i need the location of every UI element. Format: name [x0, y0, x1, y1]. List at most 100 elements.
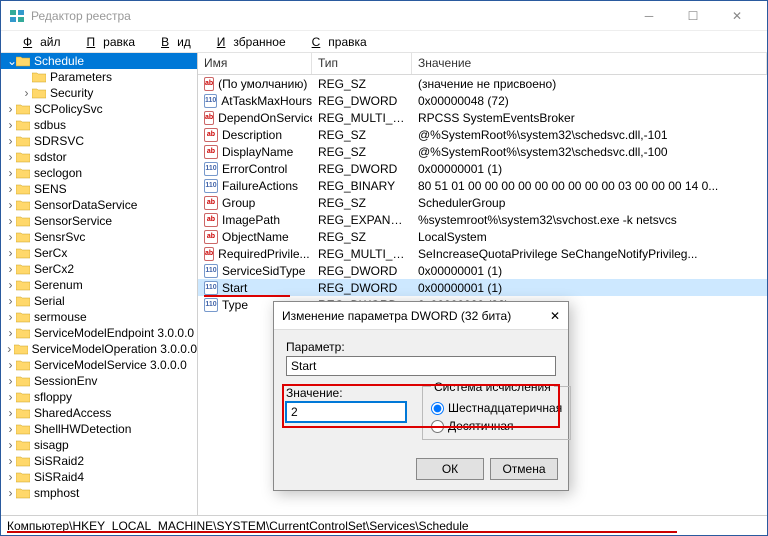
tree-item[interactable]: ›SCPolicySvc: [1, 101, 197, 117]
tree-item[interactable]: ›SensrSvc: [1, 229, 197, 245]
value-row[interactable]: abDescriptionREG_SZ@%SystemRoot%\system3…: [198, 126, 767, 143]
value-name: ServiceSidType: [222, 264, 305, 278]
menu-favorites[interactable]: Избранное: [201, 33, 294, 51]
tree-item[interactable]: ›Serial: [1, 293, 197, 309]
dialog-titlebar[interactable]: Изменение параметра DWORD (32 бита) ✕: [274, 302, 568, 330]
tree-item[interactable]: ›Serenum: [1, 277, 197, 293]
tree-item[interactable]: › SerCx2: [1, 261, 197, 277]
close-button[interactable]: ✕: [715, 1, 759, 31]
expand-icon[interactable]: ›: [7, 374, 14, 388]
minimize-button[interactable]: ─: [627, 1, 671, 31]
value-row[interactable]: abGroupREG_SZSchedulerGroup: [198, 194, 767, 211]
tree-item[interactable]: ›ServiceModelEndpoint 3.0.0.0: [1, 325, 197, 341]
expand-icon[interactable]: ›: [7, 470, 14, 484]
col-type[interactable]: Тип: [312, 53, 412, 74]
tree-item[interactable]: › sdbus: [1, 117, 197, 133]
tree-item[interactable]: ›SENS: [1, 181, 197, 197]
tree-pane[interactable]: ⌄Schedule Parameters›Security›SCPolicySv…: [1, 53, 198, 515]
expand-icon[interactable]: ›: [7, 278, 14, 292]
ok-button[interactable]: ОК: [416, 458, 484, 480]
expand-icon[interactable]: ›: [7, 246, 14, 260]
expand-icon[interactable]: ›: [7, 358, 14, 372]
expand-icon[interactable]: ›: [7, 214, 14, 228]
folder-icon: [16, 471, 30, 483]
value-row[interactable]: 110FailureActionsREG_BINARY80 51 01 00 0…: [198, 177, 767, 194]
expand-icon[interactable]: ›: [7, 406, 14, 420]
expand-icon[interactable]: ›: [7, 438, 14, 452]
tree-item-label: SerCx2: [34, 262, 74, 276]
value-row[interactable]: abObjectNameREG_SZLocalSystem: [198, 228, 767, 245]
expand-icon[interactable]: ›: [7, 166, 14, 180]
value-row[interactable]: abDependOnServiceREG_MULTI_SZRPCSS Syste…: [198, 109, 767, 126]
expand-icon[interactable]: ›: [7, 294, 14, 308]
tree-item[interactable]: ›Security: [1, 85, 197, 101]
expand-icon[interactable]: ›: [7, 262, 14, 276]
tree-item[interactable]: ›SDRSVC: [1, 133, 197, 149]
value-data: 0x00000048 (72): [412, 94, 767, 108]
value-row[interactable]: 110StartREG_DWORD0x00000001 (1): [198, 279, 767, 296]
folder-icon: [16, 311, 30, 323]
value-row[interactable]: abDisplayNameREG_SZ@%SystemRoot%\system3…: [198, 143, 767, 160]
expand-icon[interactable]: ›: [7, 182, 14, 196]
regtype-icon: 110: [204, 162, 218, 176]
tree-item[interactable]: › sfloppy: [1, 389, 197, 405]
tree-item[interactable]: › sdstor: [1, 149, 197, 165]
tree-item-label: sdstor: [34, 150, 67, 164]
maximize-button[interactable]: ☐: [671, 1, 715, 31]
expand-icon[interactable]: ›: [7, 118, 14, 132]
value-name: Group: [222, 196, 255, 210]
tree-item[interactable]: ›SensorDataService: [1, 197, 197, 213]
expand-icon[interactable]: ›: [7, 310, 14, 324]
expand-icon[interactable]: ›: [7, 102, 14, 116]
expand-icon[interactable]: ›: [7, 134, 14, 148]
tree-item[interactable]: ⌄Schedule: [1, 53, 197, 69]
tree-item-label: sfloppy: [34, 390, 72, 404]
tree-item-label: ServiceModelOperation 3.0.0.0: [32, 342, 197, 356]
expand-icon[interactable]: [23, 70, 30, 84]
value-row[interactable]: 110ErrorControlREG_DWORD0x00000001 (1): [198, 160, 767, 177]
folder-icon: [16, 167, 30, 179]
value-row[interactable]: abImagePathREG_EXPAND_SZ%systemroot%\sys…: [198, 211, 767, 228]
tree-item[interactable]: ›smphost: [1, 485, 197, 501]
col-name[interactable]: Имя: [198, 53, 312, 74]
tree-item[interactable]: ›SharedAccess: [1, 405, 197, 421]
expand-icon[interactable]: ›: [23, 86, 30, 100]
tree-item[interactable]: ›ShellHWDetection: [1, 421, 197, 437]
tree-item[interactable]: ›ServiceModelService 3.0.0.0: [1, 357, 197, 373]
tree-item[interactable]: Parameters: [1, 69, 197, 85]
menu-view[interactable]: Вид: [145, 33, 199, 51]
menu-help[interactable]: Справка: [296, 33, 375, 51]
dialog-close-icon[interactable]: ✕: [550, 309, 560, 323]
tree-item-label: sdbus: [34, 118, 66, 132]
expand-icon[interactable]: ›: [7, 198, 14, 212]
tree-item[interactable]: › ServiceModelOperation 3.0.0.0: [1, 341, 197, 357]
value-data: 0x00000001 (1): [412, 264, 767, 278]
menu-edit[interactable]: Правка: [71, 33, 144, 51]
tree-item[interactable]: ›SiSRaid4: [1, 469, 197, 485]
col-value[interactable]: Значение: [412, 53, 767, 74]
expand-icon[interactable]: ›: [7, 390, 14, 404]
value-row[interactable]: abRequiredPrivile...REG_MULTI_SZSeIncrea…: [198, 245, 767, 262]
expand-icon[interactable]: ›: [7, 326, 14, 340]
tree-item[interactable]: ›sisagp: [1, 437, 197, 453]
expand-icon[interactable]: ›: [7, 230, 14, 244]
value-row[interactable]: 110ServiceSidTypeREG_DWORD0x00000001 (1): [198, 262, 767, 279]
menu-file[interactable]: Файл: [7, 33, 69, 51]
cancel-button[interactable]: Отмена: [490, 458, 558, 480]
param-input[interactable]: [286, 356, 556, 376]
tree-item[interactable]: ›sermouse: [1, 309, 197, 325]
tree-item[interactable]: ›SessionEnv: [1, 373, 197, 389]
tree-item[interactable]: ›SensorService: [1, 213, 197, 229]
expand-icon[interactable]: ›: [7, 150, 14, 164]
tree-item[interactable]: ›SiSRaid2: [1, 453, 197, 469]
expand-icon[interactable]: ⌄: [7, 54, 14, 68]
expand-icon[interactable]: ›: [7, 454, 14, 468]
tree-item[interactable]: ›SerCx: [1, 245, 197, 261]
expand-icon[interactable]: ›: [7, 422, 14, 436]
value-row[interactable]: 110AtTaskMaxHoursREG_DWORD0x00000048 (72…: [198, 92, 767, 109]
folder-icon: [14, 343, 28, 355]
value-row[interactable]: ab(По умолчанию)REG_SZ(значение не присв…: [198, 75, 767, 92]
tree-item[interactable]: ›seclogon: [1, 165, 197, 181]
expand-icon[interactable]: ›: [7, 486, 14, 500]
expand-icon[interactable]: ›: [7, 342, 12, 356]
